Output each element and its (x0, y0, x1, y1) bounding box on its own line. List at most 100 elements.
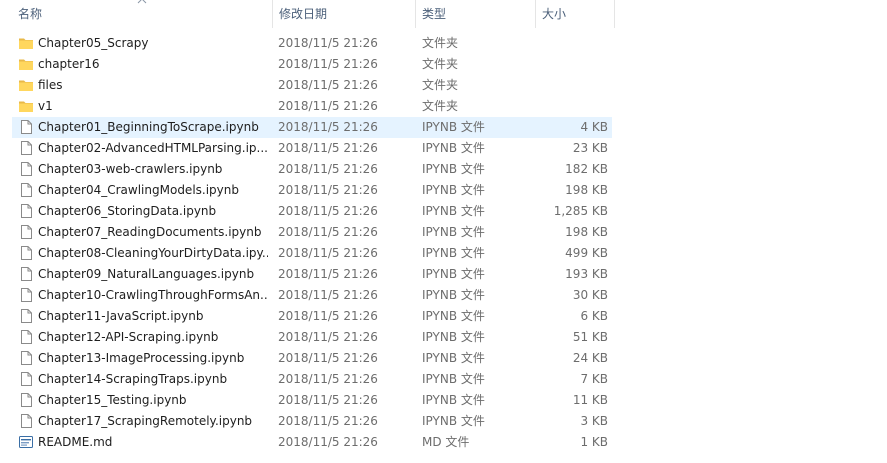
file-modified-date: 2018/11/5 21:26 (278, 141, 378, 155)
column-header-type[interactable]: 类型 (416, 0, 536, 28)
file-modified-date: 2018/11/5 21:26 (278, 57, 378, 71)
folder-icon (18, 98, 34, 114)
file-icon (18, 161, 34, 177)
file-modified-date: 2018/11/5 21:26 (278, 414, 378, 428)
file-name: Chapter02-AdvancedHTMLParsing.ip... (38, 141, 268, 155)
file-type: IPYNB 文件 (422, 141, 485, 155)
file-icon (18, 140, 34, 156)
file-icon (18, 266, 34, 282)
sort-ascending-icon (137, 0, 147, 4)
file-row[interactable]: v1 2018/11/5 21:26 文件夹 (12, 96, 612, 117)
file-row[interactable]: Chapter01_BeginningToScrape.ipynb 2018/11… (12, 117, 612, 138)
file-icon (18, 203, 34, 219)
file-size: 198 KB (565, 225, 608, 239)
file-type: IPYNB 文件 (422, 414, 485, 428)
file-row[interactable]: Chapter13-ImageProcessing.ipynb 2018/11/5… (12, 348, 612, 369)
file-name: Chapter13-ImageProcessing.ipynb (38, 351, 245, 365)
file-type: IPYNB 文件 (422, 183, 485, 197)
file-name: Chapter06_StoringData.ipynb (38, 204, 217, 218)
file-size (532, 54, 608, 75)
file-type: MD 文件 (422, 435, 470, 449)
file-icon (18, 119, 34, 135)
file-modified-date: 2018/11/5 21:26 (278, 36, 378, 50)
file-name: Chapter10-CrawlingThroughFormsAn... (38, 288, 268, 302)
file-row[interactable]: README.md 2018/11/5 21:26 MD 文件 1 KB (12, 432, 612, 453)
file-type: IPYNB 文件 (422, 246, 485, 260)
file-icon (18, 224, 34, 240)
file-modified-date: 2018/11/5 21:26 (278, 351, 378, 365)
file-size (532, 75, 608, 96)
file-size: 24 KB (572, 351, 608, 365)
file-name: v1 (38, 99, 53, 113)
file-size: 7 KB (580, 372, 608, 386)
file-modified-date: 2018/11/5 21:26 (278, 435, 378, 449)
file-icon (18, 287, 34, 303)
file-modified-date: 2018/11/5 21:26 (278, 120, 378, 134)
file-modified-date: 2018/11/5 21:26 (278, 288, 378, 302)
file-modified-date: 2018/11/5 21:26 (278, 183, 378, 197)
file-size: 4 KB (580, 120, 608, 134)
file-row[interactable]: chapter16 2018/11/5 21:26 文件夹 (12, 54, 612, 75)
file-row[interactable]: Chapter14-ScrapingTraps.ipynb 2018/11/5 2… (12, 369, 612, 390)
column-header-type-label: 类型 (422, 7, 447, 21)
file-name: Chapter15_Testing.ipynb (38, 393, 187, 407)
file-modified-date: 2018/11/5 21:26 (278, 246, 378, 260)
file-type: IPYNB 文件 (422, 120, 485, 134)
file-name: Chapter12-API-Scraping.ipynb (38, 330, 219, 344)
file-row[interactable]: files 2018/11/5 21:26 文件夹 (12, 75, 612, 96)
file-icon (18, 350, 34, 366)
file-row[interactable]: Chapter06_StoringData.ipynb 2018/11/5 21:… (12, 201, 612, 222)
file-size: 3 KB (580, 414, 608, 428)
file-icon (18, 308, 34, 324)
file-row[interactable]: Chapter08-CleaningYourDirtyData.ipy... 20… (12, 243, 612, 264)
file-name: Chapter07_ReadingDocuments.ipynb (38, 225, 262, 239)
file-size: 198 KB (565, 183, 608, 197)
file-type: IPYNB 文件 (422, 267, 485, 281)
file-modified-date: 2018/11/5 21:26 (278, 393, 378, 407)
file-type: IPYNB 文件 (422, 309, 485, 323)
file-name: README.md (38, 435, 113, 449)
file-name: Chapter03-web-crawlers.ipynb (38, 162, 223, 176)
file-type: IPYNB 文件 (422, 225, 485, 239)
column-divider[interactable] (614, 0, 615, 28)
file-modified-date: 2018/11/5 21:26 (278, 309, 378, 323)
file-type: 文件夹 (422, 99, 459, 113)
file-modified-date: 2018/11/5 21:26 (278, 225, 378, 239)
column-header-size-label: 大小 (542, 7, 567, 21)
file-icon (18, 182, 34, 198)
file-icon (18, 245, 34, 261)
column-header-size[interactable]: 大小 (536, 0, 614, 28)
file-name: Chapter11-JavaScript.ipynb (38, 309, 204, 323)
file-name: Chapter09_NaturalLanguages.ipynb (38, 267, 255, 281)
file-icon (18, 413, 34, 429)
file-size: 51 KB (572, 330, 608, 344)
file-row[interactable]: Chapter07_ReadingDocuments.ipynb 2018/11/… (12, 222, 612, 243)
file-row[interactable]: Chapter17_ScrapingRemotely.ipynb 2018/11/… (12, 411, 612, 432)
file-type: 文件夹 (422, 57, 459, 71)
file-row[interactable]: Chapter05_Scrapy 2018/11/5 21:26 文件夹 (12, 33, 612, 54)
file-type: 文件夹 (422, 36, 459, 50)
file-size: 11 KB (572, 393, 608, 407)
file-type: 文件夹 (422, 78, 459, 92)
column-header-date-label: 修改日期 (279, 7, 328, 21)
file-size (532, 96, 608, 117)
file-type: IPYNB 文件 (422, 393, 485, 407)
column-header-date[interactable]: 修改日期 (273, 0, 415, 28)
file-row[interactable]: Chapter02-AdvancedHTMLParsing.ip... 2018/… (12, 138, 612, 159)
file-name: Chapter04_CrawlingModels.ipynb (38, 183, 239, 197)
file-size: 6 KB (580, 309, 608, 323)
file-name: Chapter01_BeginningToScrape.ipynb (38, 120, 259, 134)
file-type: IPYNB 文件 (422, 288, 485, 302)
file-name: Chapter05_Scrapy (38, 36, 149, 50)
file-row[interactable]: Chapter04_CrawlingModels.ipynb 2018/11/5 … (12, 180, 612, 201)
file-row[interactable]: Chapter03-web-crawlers.ipynb 2018/11/5 21… (12, 159, 612, 180)
file-row[interactable]: Chapter11-JavaScript.ipynb 2018/11/5 21:2… (12, 306, 612, 327)
file-modified-date: 2018/11/5 21:26 (278, 267, 378, 281)
file-row[interactable]: Chapter12-API-Scraping.ipynb 2018/11/5 21… (12, 327, 612, 348)
file-icon (18, 329, 34, 345)
file-modified-date: 2018/11/5 21:26 (278, 162, 378, 176)
file-row[interactable]: Chapter10-CrawlingThroughFormsAn... 2018/… (12, 285, 612, 306)
file-modified-date: 2018/11/5 21:26 (278, 204, 378, 218)
file-row[interactable]: Chapter09_NaturalLanguages.ipynb 2018/11/… (12, 264, 612, 285)
file-row[interactable]: Chapter15_Testing.ipynb 2018/11/5 21:26 IP… (12, 390, 612, 411)
